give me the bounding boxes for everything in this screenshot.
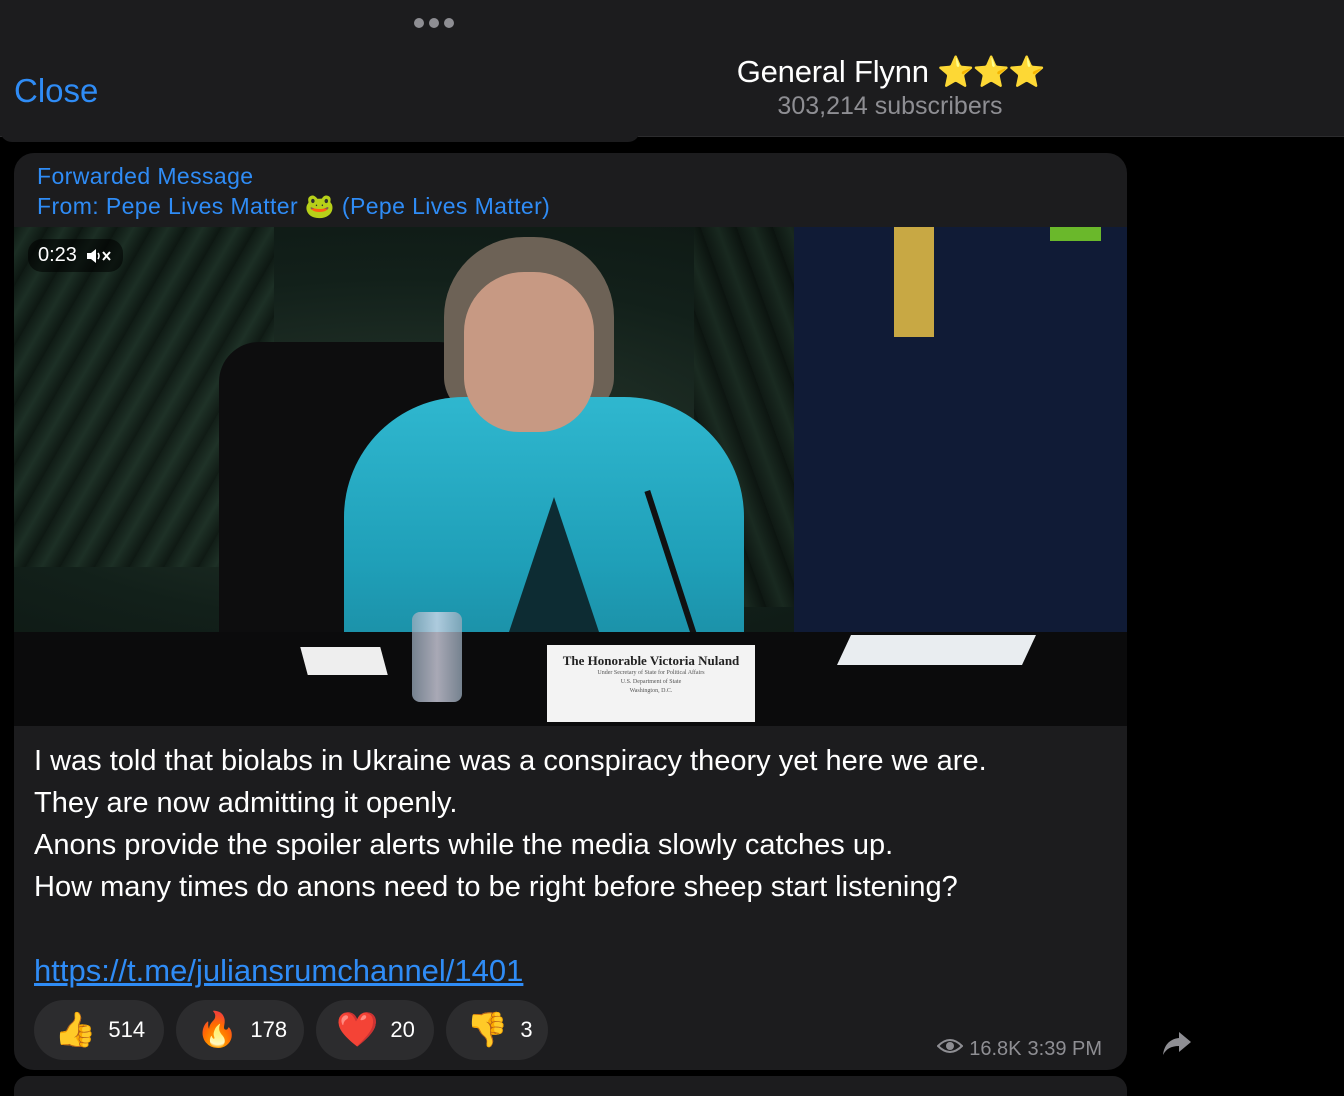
yellow-tie — [894, 227, 934, 337]
speaker-muted-icon[interactable] — [85, 247, 113, 265]
fire-icon: 🔥 — [196, 1011, 239, 1049]
text-line: I was told that biolabs in Ukraine was a… — [34, 745, 987, 777]
from-prefix: From: — [37, 193, 100, 219]
channel-title: General Flynn ⭐⭐⭐ — [640, 54, 1140, 90]
nameplate-dept: U.S. Department of State — [620, 679, 682, 685]
star-badges-icon: ⭐⭐⭐ — [937, 56, 1045, 89]
reaction-heart[interactable]: ❤️ 20 — [316, 1000, 434, 1060]
green-marker — [1050, 227, 1101, 241]
message-link[interactable]: https://t.me/juliansrumchannel/1401 — [34, 953, 523, 988]
nameplate-name: The Honorable Victoria Nuland — [562, 653, 740, 668]
message-time: 3:39 PM — [1027, 1037, 1102, 1060]
papers-right — [837, 635, 1036, 665]
share-arrow-icon — [1163, 1032, 1191, 1055]
view-count: 16.8K — [969, 1037, 1022, 1060]
text-line: Anons provide the spoiler alerts while t… — [34, 829, 894, 861]
video-player[interactable]: The Honorable Victoria Nuland Under Secr… — [14, 227, 1127, 726]
water-bottle — [412, 612, 462, 702]
text-line: They are now admitting it openly. — [34, 787, 458, 819]
more-options-icon[interactable] — [414, 18, 454, 28]
reaction-count: 514 — [108, 1017, 146, 1042]
from-handle: (Pepe Lives Matter) — [341, 193, 551, 219]
subscriber-count: 303,214 subscribers — [777, 92, 1003, 120]
next-message-edge — [14, 1076, 1127, 1096]
frog-emoji-icon: 🐸 — [304, 193, 336, 220]
speaker-face — [464, 272, 594, 432]
close-button[interactable]: Close — [14, 72, 98, 110]
nameplate-location: Washington, D.C. — [629, 688, 673, 694]
heart-icon: ❤️ — [336, 1011, 379, 1049]
reactions-row: 👍 514 🔥 178 ❤️ 20 👎 3 — [34, 1000, 548, 1060]
channel-name: General Flynn — [736, 54, 929, 89]
video-duration: 0:23 — [38, 244, 77, 266]
reaction-thumbs-up[interactable]: 👍 514 — [34, 1000, 164, 1060]
reaction-thumbs-down[interactable]: 👎 3 — [446, 1000, 548, 1060]
forwarded-label: Forwarded Message — [37, 163, 254, 189]
share-button[interactable] — [1160, 1026, 1194, 1060]
message-bubble[interactable]: Forwarded Message From: Pepe Lives Matte… — [14, 153, 1127, 1070]
text-line: How many times do anons need to be right… — [34, 871, 958, 903]
seated-man — [794, 227, 1127, 647]
video-duration-badge[interactable]: 0:23 — [28, 239, 123, 272]
thumbs-up-icon: 👍 — [54, 1011, 97, 1049]
papers-left — [300, 647, 388, 675]
speaker-neckline — [504, 497, 604, 647]
reaction-count: 3 — [520, 1017, 533, 1042]
thumbs-down-icon: 👎 — [466, 1011, 509, 1049]
channel-title-block[interactable]: General Flynn ⭐⭐⭐ 303,214 subscribers — [640, 54, 1140, 121]
reaction-count: 178 — [250, 1017, 288, 1042]
eye-icon — [936, 1037, 964, 1061]
reaction-fire[interactable]: 🔥 178 — [176, 1000, 304, 1060]
message-text: I was told that biolabs in Ukraine was a… — [34, 740, 1114, 993]
from-name: Pepe Lives Matter — [105, 193, 299, 219]
nameplate-title: Under Secretary of State for Political A… — [597, 670, 705, 676]
forward-header[interactable]: Forwarded Message From: Pepe Lives Matte… — [37, 161, 550, 222]
nameplate: The Honorable Victoria Nuland Under Secr… — [547, 645, 755, 722]
reaction-count: 20 — [390, 1017, 415, 1042]
forward-source[interactable]: From: Pepe Lives Matter 🐸 (Pepe Lives Ma… — [37, 191, 550, 222]
message-meta: 16.8K 3:39 PM — [936, 1037, 1102, 1061]
channel-header: Close General Flynn ⭐⭐⭐ 303,214 subscrib… — [0, 0, 1344, 137]
previous-message-edge — [0, 130, 640, 142]
